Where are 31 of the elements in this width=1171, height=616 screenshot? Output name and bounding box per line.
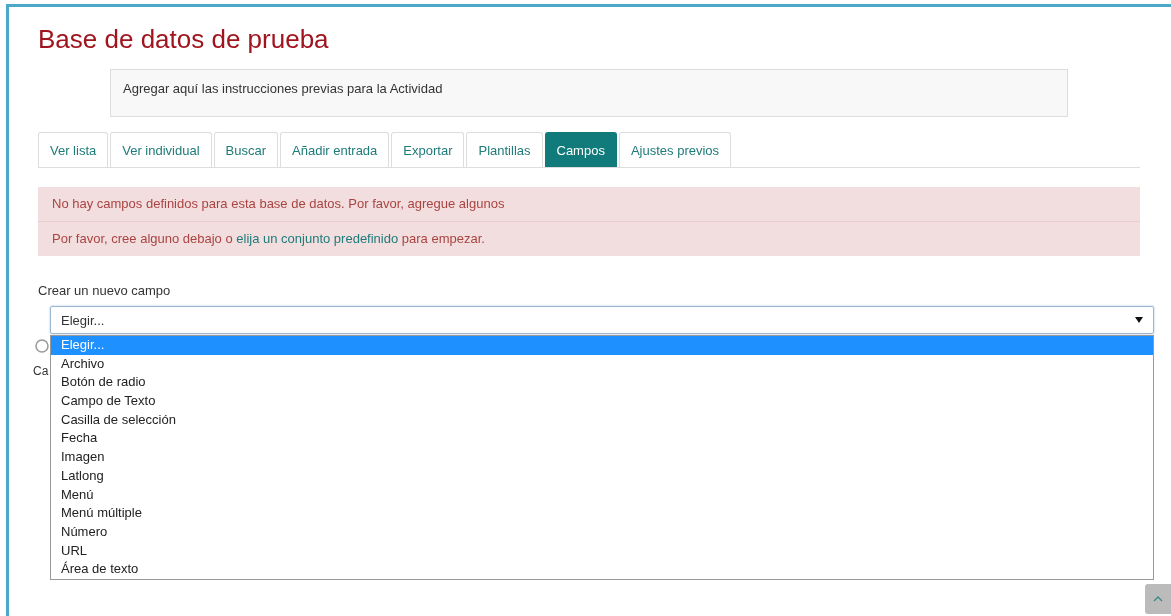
dropdown-option[interactable]: Área de texto [51, 560, 1153, 579]
tab[interactable]: Buscar [213, 132, 279, 167]
preset-link[interactable]: elija un conjunto predefinido [236, 231, 399, 246]
field-type-select[interactable]: Elegir... [50, 306, 1154, 334]
page-title: Base de datos de prueba [38, 23, 330, 55]
dropdown-arrow-icon [1135, 317, 1143, 323]
alert-message: No hay campos definidos para esta base de datos. Por favor, agregue algunos [52, 196, 505, 211]
tab[interactable]: Añadir entrada [280, 132, 390, 167]
dropdown-option[interactable]: Menú [51, 485, 1153, 505]
chevron-up-icon [1153, 596, 1163, 602]
dropdown-option[interactable]: Menú múltiple [51, 504, 1153, 523]
tab[interactable]: Exportar [391, 132, 465, 167]
dropdown-option[interactable]: Botón de radio [51, 373, 1153, 393]
tab[interactable]: Ajustes previos [618, 132, 732, 167]
dropdown-option[interactable]: Latlong [51, 466, 1153, 486]
dropdown-option[interactable]: Imagen [51, 448, 1153, 467]
intro-text: Agregar aquí las instrucciones previas para la Actividad [123, 81, 443, 96]
tab[interactable]: Ver lista [38, 132, 109, 167]
field-label: Crear un nuevo campo [38, 282, 172, 300]
dropdown-option[interactable]: Fecha [51, 429, 1153, 449]
form-label: Ca [33, 364, 49, 378]
dropdown-option[interactable]: URL [51, 541, 1153, 561]
alert-message: Por favor, cree alguno debajo o elija un conjunto predefinido para empezar. [52, 231, 485, 246]
tab[interactable]: Ver individual [110, 132, 212, 167]
dropdown-option[interactable]: Archivo [51, 354, 1153, 374]
dropdown-option[interactable]: Número [51, 522, 1153, 542]
dropdown-option[interactable]: Campo de Texto [51, 392, 1153, 411]
dropdown-option[interactable]: Casilla de selección [51, 410, 1153, 430]
help-icon[interactable] [35, 339, 49, 353]
tab[interactable]: Plantillas [466, 132, 543, 167]
tab[interactable]: Campos [544, 132, 617, 167]
